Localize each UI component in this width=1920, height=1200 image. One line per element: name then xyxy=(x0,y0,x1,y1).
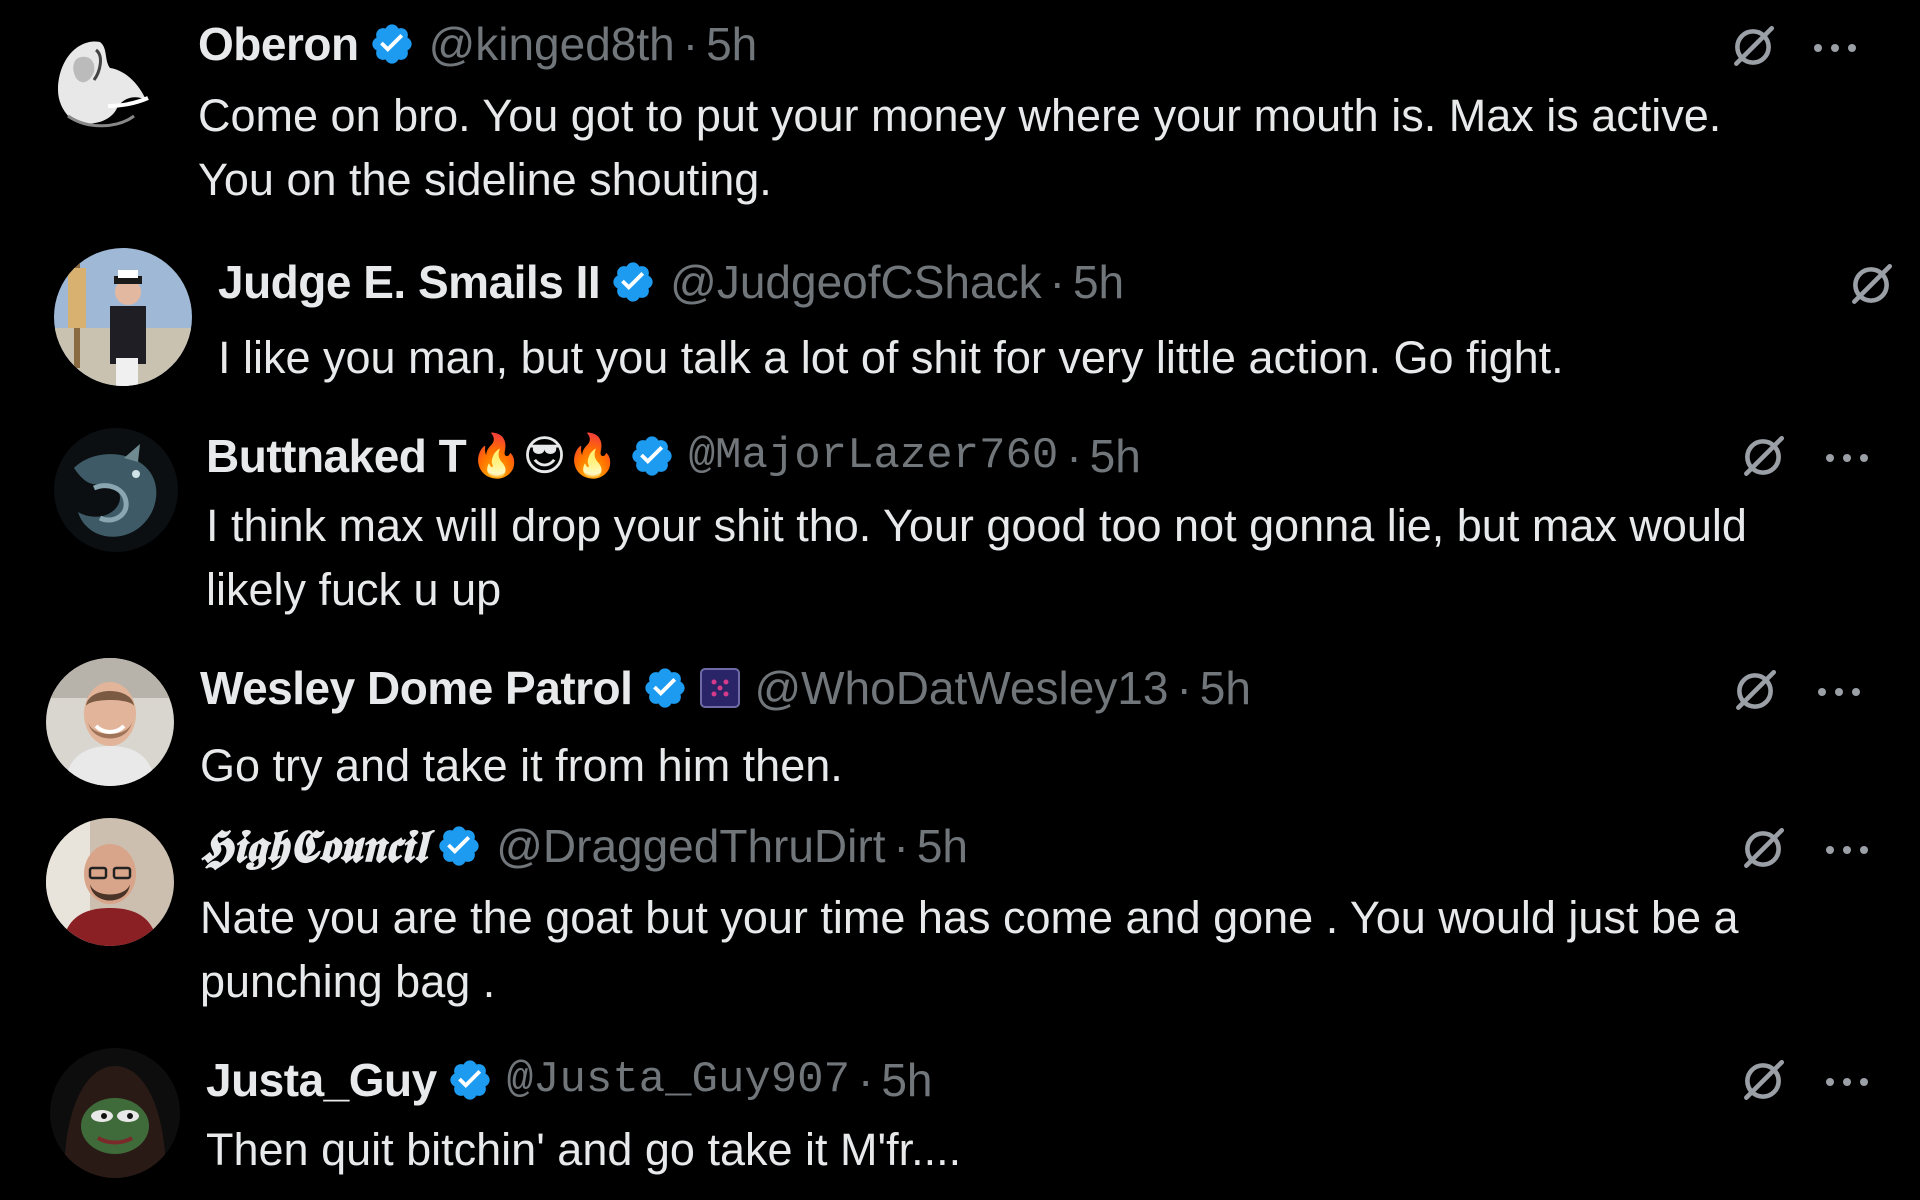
reply-text: Come on bro. You got to put your money w… xyxy=(198,90,1722,205)
user-handle[interactable]: @JudgeofCShack xyxy=(670,254,1041,310)
timestamp[interactable]: 5h xyxy=(881,1052,932,1108)
more-options-icon[interactable] xyxy=(1822,448,1872,468)
avatar[interactable] xyxy=(54,428,178,552)
reply-text: I think max will drop your shit tho. You… xyxy=(206,500,1747,615)
verified-badge-icon[interactable] xyxy=(642,665,688,711)
separator: · xyxy=(1049,256,1065,308)
verified-badge-icon[interactable] xyxy=(369,21,415,67)
user-handle[interactable]: @Justa_Guy907 xyxy=(507,1052,850,1108)
reply-text: Go try and take it from him then. xyxy=(200,740,843,791)
display-name[interactable]: Oberon xyxy=(198,16,359,72)
separator: · xyxy=(893,820,909,872)
timestamp[interactable]: 5h xyxy=(706,16,757,72)
display-name[interactable]: Buttnaked T xyxy=(206,428,467,484)
display-name[interactable]: 𝕳𝖎𝖌𝖍𝕮𝖔𝖚𝖓𝖈𝖎𝖑 xyxy=(200,818,427,874)
avatar[interactable] xyxy=(54,248,192,386)
verified-badge-icon[interactable] xyxy=(447,1057,493,1103)
more-options-icon[interactable] xyxy=(1810,38,1860,58)
separator: · xyxy=(1066,430,1082,482)
display-name[interactable]: Judge E. Smails II xyxy=(218,254,601,310)
timestamp[interactable]: 5h xyxy=(1090,428,1141,484)
timestamp[interactable]: 5h xyxy=(1200,660,1251,716)
user-handle[interactable]: @kinged8th xyxy=(429,16,675,72)
separator: · xyxy=(1176,662,1192,714)
name-emoji: 🔥😎🔥 xyxy=(470,431,619,480)
user-handle[interactable]: @DraggedThruDirt xyxy=(496,818,885,874)
grok-icon[interactable] xyxy=(1730,666,1780,716)
more-options-icon[interactable] xyxy=(1822,840,1872,860)
avatar[interactable] xyxy=(46,818,174,946)
horse-sketch-avatar-icon xyxy=(38,20,162,144)
avatar[interactable] xyxy=(50,1048,180,1178)
grok-icon[interactable] xyxy=(1846,260,1896,310)
reply-text: I like you man, but you talk a lot of sh… xyxy=(218,332,1564,383)
smiling-man-avatar-icon xyxy=(46,658,174,786)
grok-icon[interactable] xyxy=(1738,432,1788,482)
display-name[interactable]: Wesley Dome Patrol xyxy=(200,660,633,716)
hooded-frog-avatar-icon xyxy=(50,1048,180,1178)
reply-text: Then quit bitchin' and go take it M'fr..… xyxy=(206,1124,962,1175)
user-handle[interactable]: @WhoDatWesley13 xyxy=(754,660,1168,716)
more-options-icon[interactable] xyxy=(1814,682,1864,702)
avatar[interactable] xyxy=(46,658,174,786)
separator: · xyxy=(682,18,699,70)
dragon-avatar-icon xyxy=(54,428,178,552)
reply-text: Nate you are the goat but your time has … xyxy=(200,892,1739,1007)
display-name[interactable]: Justa_Guy xyxy=(206,1052,437,1108)
grok-icon[interactable] xyxy=(1738,824,1788,874)
separator: · xyxy=(857,1054,874,1106)
avatar[interactable] xyxy=(38,20,162,144)
verified-badge-icon[interactable] xyxy=(610,259,656,305)
timestamp[interactable]: 5h xyxy=(917,818,968,874)
verified-badge-icon[interactable] xyxy=(629,433,675,479)
user-handle[interactable]: @MajorLazer760 xyxy=(689,428,1059,484)
timestamp[interactable]: 5h xyxy=(1073,254,1124,310)
grok-icon[interactable] xyxy=(1738,1056,1788,1106)
bald-man-glasses-avatar-icon xyxy=(46,818,174,946)
verified-badge-icon[interactable] xyxy=(436,823,482,869)
more-options-icon[interactable] xyxy=(1822,1072,1872,1092)
captain-on-dock-avatar-icon xyxy=(54,248,192,386)
square-affiliate-icon[interactable] xyxy=(700,668,741,708)
grok-icon[interactable] xyxy=(1728,22,1778,72)
